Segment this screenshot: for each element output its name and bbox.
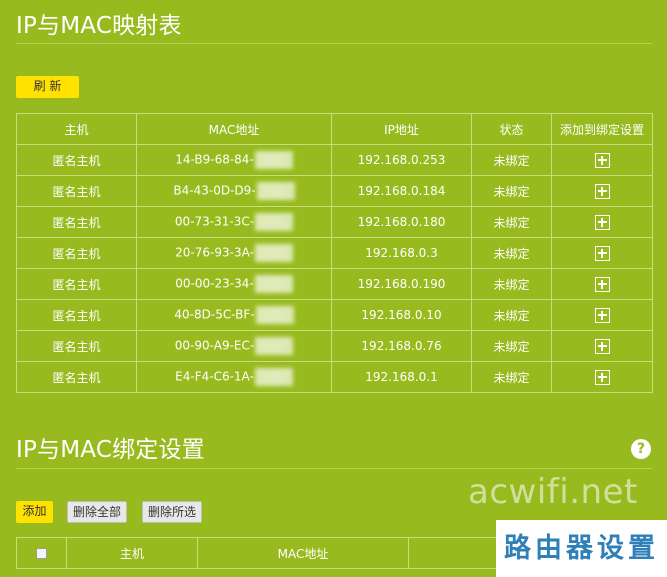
mac-text: 40-8D-5C-BF- — [174, 307, 255, 322]
add-binding-cell — [551, 268, 653, 300]
table-header-row: 主机 MAC地址 IP地址 状态 添加到绑定设置 — [16, 113, 653, 145]
add-binding-cell — [551, 361, 653, 393]
column-header-ip: IP地址 — [331, 113, 472, 145]
host-cell: 匿名主机 — [16, 144, 137, 176]
status-cell: 未绑定 — [471, 144, 552, 176]
table-row: 匿名主机 20-76-93-3A- 192.168.0.3 未绑定 — [16, 237, 653, 269]
ip-cell: 192.168.0.184 — [331, 175, 472, 207]
plus-square-icon[interactable] — [594, 245, 610, 261]
plus-square-icon[interactable] — [594, 276, 610, 292]
column-header-mac: MAC地址 — [197, 537, 409, 569]
plus-square-icon[interactable] — [594, 307, 610, 323]
host-cell: 匿名主机 — [16, 299, 137, 331]
refresh-button[interactable]: 刷 新 — [16, 76, 79, 98]
ip-cell: 192.168.0.253 — [331, 144, 472, 176]
ip-cell: 192.168.0.3 — [331, 237, 472, 269]
add-binding-cell — [551, 144, 653, 176]
redaction-blur — [255, 213, 294, 231]
delete-all-button[interactable]: 删除全部 — [67, 501, 127, 523]
plus-square-icon[interactable] — [594, 183, 610, 199]
binding-title: IP与MAC绑定设置 — [16, 437, 205, 463]
mapping-table-body: 匿名主机 14-B9-68-84- 192.168.0.253 未绑定 匿名主机… — [16, 144, 653, 393]
column-header-add-binding: 添加到绑定设置 — [551, 113, 653, 145]
table-row: 匿名主机 00-90-A9-EC- 192.168.0.76 未绑定 — [16, 330, 653, 362]
mac-text: 14-B9-68-84- — [175, 152, 254, 167]
redaction-blur — [255, 306, 294, 324]
status-cell: 未绑定 — [471, 206, 552, 238]
redaction-blur — [254, 244, 293, 262]
ip-cell: 192.168.0.10 — [331, 299, 472, 331]
column-header-status: 状态 — [471, 113, 552, 145]
table-row: 匿名主机 E4-F4-C6-1A- 192.168.0.1 未绑定 — [16, 361, 653, 393]
mac-cell: B4-43-0D-D9- — [136, 175, 332, 207]
column-header-host: 主机 — [16, 113, 137, 145]
select-all-checkbox[interactable] — [36, 548, 47, 559]
title-divider — [16, 43, 652, 44]
plus-square-icon[interactable] — [594, 214, 610, 230]
redaction-blur — [254, 275, 293, 293]
mapping-table: 主机 MAC地址 IP地址 状态 添加到绑定设置 匿名主机 14-B9-68-8… — [16, 113, 653, 393]
add-binding-cell — [551, 175, 653, 207]
add-binding-cell — [551, 206, 653, 238]
add-button[interactable]: 添加 — [16, 501, 53, 523]
status-cell: 未绑定 — [471, 330, 552, 362]
status-cell: 未绑定 — [471, 361, 552, 393]
mac-cell: 40-8D-5C-BF- — [136, 299, 332, 331]
status-cell: 未绑定 — [471, 299, 552, 331]
ip-cell: 192.168.0.190 — [331, 268, 472, 300]
table-row: 匿名主机 00-00-23-34- 192.168.0.190 未绑定 — [16, 268, 653, 300]
mac-text: 00-00-23-34- — [175, 276, 254, 291]
plus-square-icon[interactable] — [594, 369, 610, 385]
mac-cell: 14-B9-68-84- — [136, 144, 332, 176]
add-binding-cell — [551, 299, 653, 331]
mac-cell: 20-76-93-3A- — [136, 237, 332, 269]
status-cell: 未绑定 — [471, 175, 552, 207]
table-row: 匿名主机 B4-43-0D-D9- 192.168.0.184 未绑定 — [16, 175, 653, 207]
mac-cell: E4-F4-C6-1A- — [136, 361, 332, 393]
host-cell: 匿名主机 — [16, 206, 137, 238]
plus-square-icon[interactable] — [594, 338, 610, 354]
column-header-mac: MAC地址 — [136, 113, 332, 145]
host-cell: 匿名主机 — [16, 330, 137, 362]
redaction-blur — [254, 368, 293, 386]
status-cell: 未绑定 — [471, 268, 552, 300]
host-cell: 匿名主机 — [16, 237, 137, 269]
redaction-blur — [256, 182, 295, 200]
mac-text: E4-F4-C6-1A- — [175, 369, 254, 384]
add-binding-cell — [551, 330, 653, 362]
mac-text: 20-76-93-3A- — [175, 245, 254, 260]
host-cell: 匿名主机 — [16, 175, 137, 207]
help-icon[interactable]: ? — [631, 439, 651, 459]
mac-text: B4-43-0D-D9- — [173, 183, 256, 198]
host-cell: 匿名主机 — [16, 268, 137, 300]
select-all-cell — [16, 537, 67, 569]
host-cell: 匿名主机 — [16, 361, 137, 393]
table-row: 匿名主机 40-8D-5C-BF- 192.168.0.10 未绑定 — [16, 299, 653, 331]
router-setup-watermark: 路由器设置 — [496, 520, 667, 577]
mac-text: 00-90-A9-EC- — [174, 338, 255, 353]
mapping-title: IP与MAC映射表 — [16, 13, 182, 39]
status-cell: 未绑定 — [471, 237, 552, 269]
table-row: 匿名主机 14-B9-68-84- 192.168.0.253 未绑定 — [16, 144, 653, 176]
mac-text: 00-73-31-3C- — [174, 214, 255, 229]
add-binding-cell — [551, 237, 653, 269]
delete-selected-button[interactable]: 删除所选 — [142, 501, 202, 523]
site-watermark: acwifi.net — [468, 472, 638, 512]
ip-cell: 192.168.0.76 — [331, 330, 472, 362]
redaction-blur — [255, 337, 294, 355]
title-divider — [16, 468, 652, 469]
table-row: 匿名主机 00-73-31-3C- 192.168.0.180 未绑定 — [16, 206, 653, 238]
mac-cell: 00-90-A9-EC- — [136, 330, 332, 362]
column-header-host: 主机 — [66, 537, 198, 569]
ip-cell: 192.168.0.1 — [331, 361, 472, 393]
mac-cell: 00-00-23-34- — [136, 268, 332, 300]
ip-cell: 192.168.0.180 — [331, 206, 472, 238]
redaction-blur — [254, 151, 293, 169]
mac-cell: 00-73-31-3C- — [136, 206, 332, 238]
plus-square-icon[interactable] — [594, 152, 610, 168]
